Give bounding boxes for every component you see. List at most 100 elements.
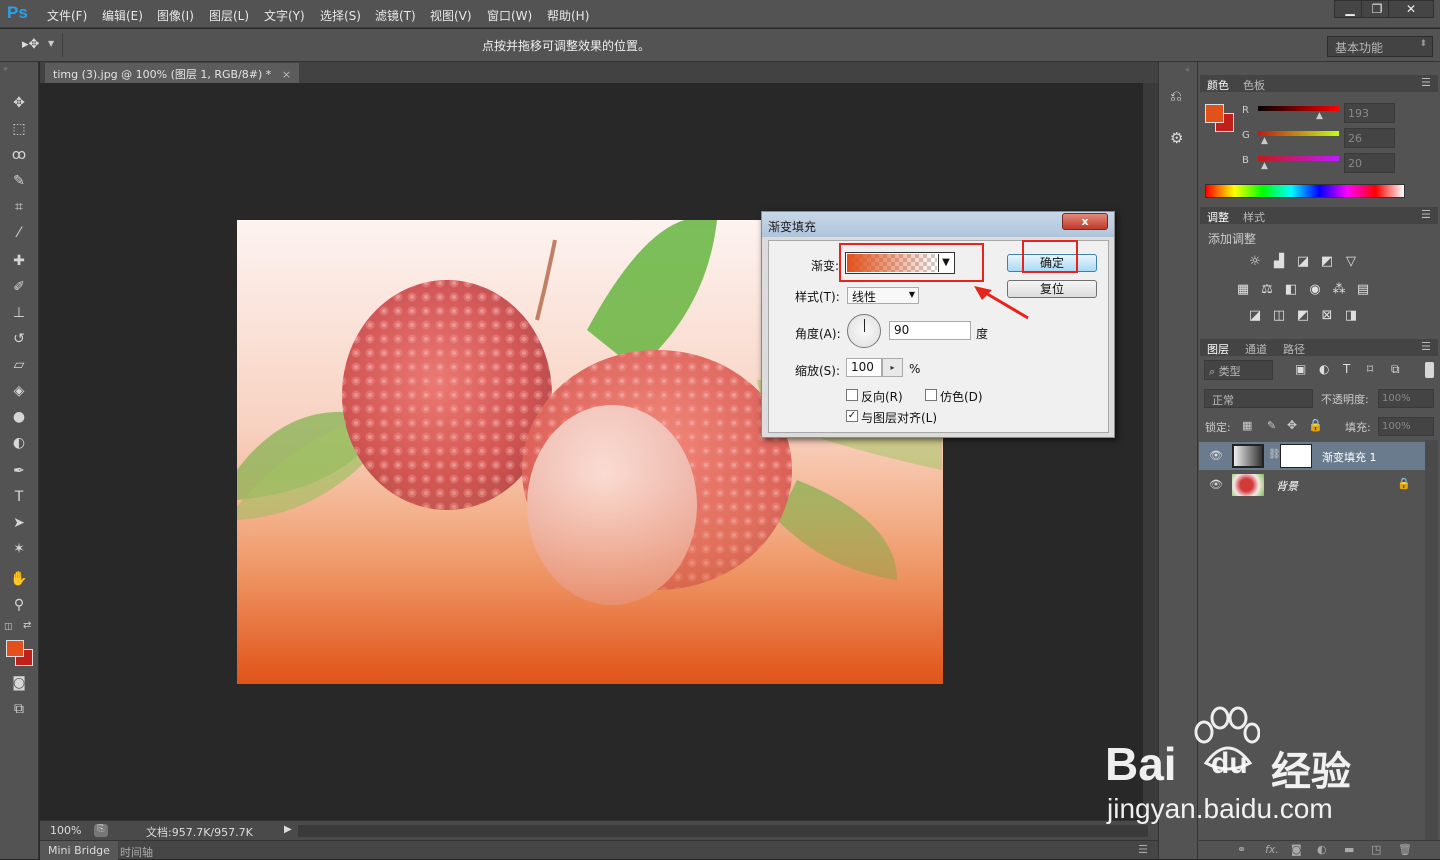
reverse-checkbox[interactable] (846, 389, 858, 401)
filter-smart-object-icon[interactable]: ⧉ (1391, 362, 1400, 377)
hand-tool-icon[interactable]: ✋ (9, 570, 29, 588)
add-mask-icon[interactable]: ◙ (1291, 843, 1302, 856)
blend-mode-select[interactable]: 正常 (1204, 389, 1313, 408)
angle-field[interactable]: 90 (889, 321, 971, 340)
play-icon[interactable]: ▶ (284, 824, 292, 835)
panel-menu-icon[interactable]: ☰ (1138, 843, 1148, 856)
tab-paths[interactable]: 路径 (1283, 341, 1305, 357)
menu-edit[interactable]: 编辑(E) (102, 7, 143, 24)
brightness-icon[interactable]: ☼ (1247, 255, 1263, 269)
menu-help[interactable]: 帮助(H) (547, 7, 589, 24)
style-select[interactable]: 线性 ▼ (847, 287, 919, 304)
history-panel-icon[interactable]: ⎌ (1170, 87, 1182, 105)
menu-layer[interactable]: 图层(L) (209, 7, 249, 24)
hue-saturation-icon[interactable]: ▦ (1235, 283, 1251, 297)
menu-view[interactable]: 视图(V) (430, 7, 472, 24)
panel-menu-icon[interactable]: ☰ (1421, 76, 1431, 89)
move-tool-icon[interactable]: ✥ (9, 94, 29, 112)
lock-position-icon[interactable]: ✥ (1287, 418, 1297, 432)
vibrance-icon[interactable]: ▽ (1343, 255, 1359, 269)
menu-image[interactable]: 图像(I) (157, 7, 194, 24)
invert-icon[interactable]: ◪ (1247, 309, 1263, 323)
threshold-icon[interactable]: ◩ (1295, 309, 1311, 323)
collapse-icon[interactable]: » (3, 64, 8, 73)
foreground-color-swatch[interactable] (6, 640, 24, 657)
history-brush-tool-icon[interactable]: ↺ (9, 330, 29, 348)
expand-icon[interactable]: « (1185, 65, 1190, 74)
gradient-map-icon[interactable]: ⊠ (1319, 309, 1335, 323)
levels-icon[interactable]: ▟ (1271, 255, 1287, 269)
filter-toggle[interactable] (1425, 362, 1434, 378)
quick-mask-icon[interactable]: ◙ (9, 674, 29, 692)
lock-transparent-icon[interactable]: ▦ (1242, 419, 1252, 432)
color-lookup-icon[interactable]: ▤ (1355, 283, 1371, 297)
adjustment-layer-icon[interactable]: ◐ (1317, 843, 1327, 856)
scale-slider-button[interactable]: ▸ (882, 358, 903, 377)
type-tool-icon[interactable]: T (9, 488, 29, 506)
properties-panel-icon[interactable]: ⚙ (1170, 129, 1183, 147)
dialog-titlebar[interactable]: 渐变填充 x (762, 212, 1114, 237)
visibility-eye-icon[interactable]: 👁 (1209, 449, 1223, 462)
fill-field[interactable]: 100% (1378, 417, 1434, 436)
chevron-down-icon[interactable]: ▼ (48, 39, 54, 48)
eyedropper-tool-icon[interactable]: ⁄ (9, 224, 29, 242)
tab-color[interactable]: 颜色 (1207, 77, 1229, 93)
visibility-eye-icon[interactable]: 👁 (1209, 478, 1223, 491)
slider-thumb-icon[interactable]: ▲ (1261, 161, 1268, 171)
menu-window[interactable]: 窗口(W) (487, 7, 532, 24)
photo-filter-icon[interactable]: ◉ (1307, 283, 1323, 297)
color-balance-icon[interactable]: ⚖ (1259, 283, 1275, 297)
blue-value-field[interactable]: 20 (1344, 153, 1395, 173)
zoom-tool-icon[interactable]: ⚲ (9, 596, 29, 614)
tab-layers[interactable]: 图层 (1207, 341, 1229, 357)
blue-slider[interactable] (1258, 156, 1339, 161)
opacity-field[interactable]: 100% (1378, 389, 1434, 408)
custom-shape-tool-icon[interactable]: ✶ (9, 540, 29, 558)
blur-tool-icon[interactable]: ● (9, 408, 29, 426)
slider-thumb-icon[interactable]: ▲ (1316, 111, 1323, 121)
menu-type[interactable]: 文字(Y) (264, 7, 305, 24)
close-tab-icon[interactable]: × (282, 68, 291, 81)
filter-shape-icon[interactable]: ⌑ (1367, 362, 1373, 376)
filter-type-icon[interactable]: T (1343, 362, 1350, 376)
stamp-tool-icon[interactable]: ⊥ (9, 304, 29, 322)
red-value-field[interactable]: 193 (1344, 103, 1395, 123)
tab-adjustments[interactable]: 调整 (1207, 209, 1229, 225)
color-spectrum-ramp[interactable] (1205, 184, 1405, 198)
new-layer-icon[interactable]: ◳ (1371, 843, 1381, 856)
scale-field[interactable]: 100 (846, 358, 882, 377)
move-tool-preset-icon[interactable]: ▸✥ (22, 37, 39, 52)
layer-filter-select[interactable]: ⌕ 类型 (1204, 360, 1273, 380)
pen-tool-icon[interactable]: ✒ (9, 462, 29, 480)
menu-file[interactable]: 文件(F) (47, 7, 87, 24)
new-group-icon[interactable]: ▬ (1344, 843, 1354, 856)
swap-colors-icon[interactable]: ⇄ (23, 620, 31, 631)
curves-icon[interactable]: ◪ (1295, 255, 1311, 269)
lock-all-icon[interactable]: 🔒 (1308, 418, 1323, 432)
menu-select[interactable]: 选择(S) (320, 7, 361, 24)
document-tab[interactable]: timg (3).jpg @ 100% (图层 1, RGB/8#) * × (45, 63, 300, 83)
panel-menu-icon[interactable]: ☰ (1421, 340, 1431, 353)
close-window-button[interactable]: ✕ (1388, 0, 1434, 18)
green-value-field[interactable]: 26 (1344, 128, 1395, 148)
menu-filter[interactable]: 滤镜(T) (375, 7, 416, 24)
tab-styles[interactable]: 样式 (1243, 209, 1265, 225)
black-white-icon[interactable]: ◧ (1283, 283, 1299, 297)
tab-timeline[interactable]: 时间轴 (120, 844, 153, 860)
brush-tool-icon[interactable]: ✐ (9, 278, 29, 296)
slider-thumb-icon[interactable]: ▲ (1261, 136, 1268, 146)
dialog-close-button[interactable]: x (1062, 213, 1108, 230)
channel-mixer-icon[interactable]: ⁂ (1331, 283, 1347, 297)
export-icon[interactable]: ⎘ (94, 824, 108, 837)
tab-channels[interactable]: 通道 (1245, 341, 1267, 357)
horizontal-scrollbar[interactable] (298, 825, 1148, 837)
tab-swatches[interactable]: 色板 (1243, 77, 1265, 93)
quick-select-tool-icon[interactable]: ✎ (9, 172, 29, 190)
crop-tool-icon[interactable]: ⌗ (9, 198, 29, 216)
panel-menu-icon[interactable]: ☰ (1421, 208, 1431, 221)
healing-brush-tool-icon[interactable]: ✚ (9, 252, 29, 270)
screen-mode-icon[interactable]: ⧉ (9, 700, 29, 718)
marquee-tool-icon[interactable]: ⬚ (9, 120, 29, 138)
dither-checkbox[interactable] (925, 389, 937, 401)
paint-bucket-tool-icon[interactable]: ◈ (9, 382, 29, 400)
